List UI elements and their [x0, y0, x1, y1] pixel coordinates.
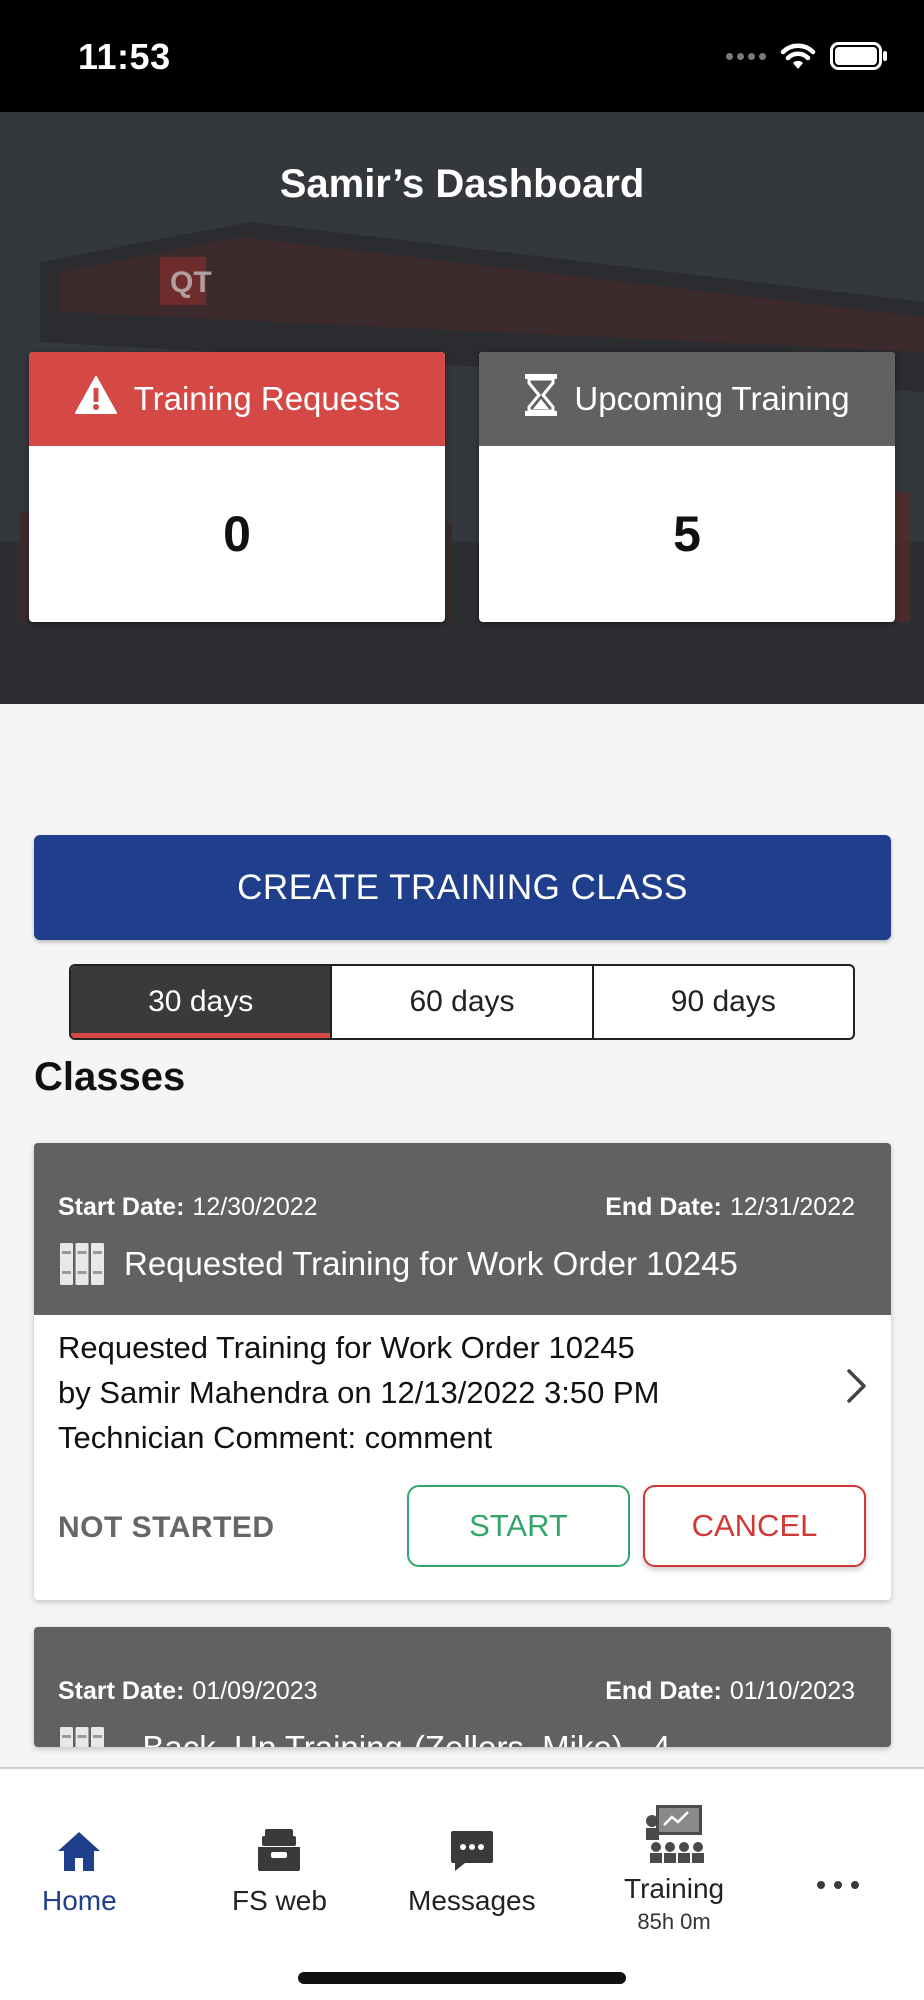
status-time: 11:53 [78, 36, 171, 77]
upcoming-training-card[interactable]: Upcoming Training 5 [479, 352, 895, 622]
class-description-line: Technician Comment: comment [58, 1420, 493, 1455]
start-date-value: 12/30/2022 [192, 1193, 318, 1221]
end-date: End Date: 12/31/2022 [605, 1193, 855, 1222]
training-requests-count: 0 [223, 506, 251, 562]
create-training-class-button[interactable]: CREATE TRAINING CLASS [34, 835, 891, 940]
warning-icon [74, 375, 118, 423]
status-bar: 11:53 [0, 0, 924, 112]
filter-90-days[interactable]: 90 days [591, 966, 853, 1038]
tab-fs-web[interactable]: FS web [232, 1821, 327, 1917]
status-icons [726, 42, 888, 70]
class-description: Requested Training for Work Order 10245 … [58, 1325, 659, 1460]
training-requests-header: Training Requests [29, 352, 445, 446]
training-requests-card[interactable]: Training Requests 0 [29, 352, 445, 622]
tab-messages[interactable]: Messages [408, 1821, 536, 1917]
chat-bubble-icon [449, 1821, 495, 1873]
svg-text:QT: QT [170, 266, 212, 299]
upcoming-training-count: 5 [673, 506, 701, 562]
end-date-value: 12/31/2022 [729, 1193, 855, 1221]
class-description-line: Requested Training for Work Order 10245 [58, 1330, 635, 1365]
class-dates: Start Date: 01/09/2023 End Date: 01/10/202… [58, 1677, 855, 1706]
tab-home[interactable]: Home [42, 1821, 117, 1917]
tab-training-hours: 85h 0m [637, 1909, 711, 1934]
classes-heading: Classes [34, 1055, 186, 1099]
start-date: Start Date: 01/09/2023 [58, 1677, 318, 1706]
class-status: NOT STARTED [58, 1511, 275, 1544]
start-date-value: 01/09/2023 [192, 1677, 318, 1705]
class-title: _Back_Up Training-(Zellers, Mike) - 4 [124, 1729, 671, 1747]
class-title-row: Requested Training for Work Order 10245 [58, 1241, 867, 1287]
upcoming-training-label: Upcoming Training [574, 380, 850, 417]
hourglass-icon [524, 373, 558, 425]
end-date: End Date: 01/10/2023 [605, 1677, 855, 1706]
filter-30-days[interactable]: 30 days [71, 966, 331, 1038]
dashboard-title: Samir’s Dashboard [279, 162, 645, 206]
start-button[interactable]: START [407, 1485, 630, 1567]
tab-messages-label: Messages [408, 1885, 536, 1916]
start-date: Start Date: 12/30/2022 [58, 1193, 318, 1222]
start-date-label: Start Date: [58, 1193, 185, 1221]
class-dates: Start Date: 12/30/2022 End Date: 12/31/202… [58, 1193, 855, 1222]
inbox-tray-icon [255, 1821, 303, 1873]
home-icon [55, 1821, 103, 1873]
dashboard-hero: QT Samir’s Dashboard Training Requests 0 [0, 112, 924, 704]
more-dots-icon[interactable] [816, 1877, 860, 1895]
signal-icon [726, 52, 766, 60]
class-card-header: Start Date: 12/30/2022 End Date: 12/31/202… [34, 1143, 891, 1315]
cancel-button[interactable]: CANCEL [643, 1485, 866, 1567]
battery-icon [830, 42, 888, 70]
end-date-label: End Date: [605, 1193, 722, 1221]
training-requests-label: Training Requests [133, 380, 401, 417]
class-card-header: Start Date: 01/09/2023 End Date: 01/10/202… [34, 1627, 891, 1747]
books-icon [58, 1241, 106, 1287]
tab-fs-web-label: FS web [232, 1885, 327, 1916]
class-card-body: Requested Training for Work Order 10245 … [34, 1315, 891, 1600]
class-card[interactable]: Start Date: 12/30/2022 End Date: 12/31/202… [34, 1143, 891, 1600]
end-date-label: End Date: [605, 1677, 722, 1705]
tab-training-label: Training [624, 1873, 725, 1904]
books-icon [58, 1725, 106, 1747]
end-date-value: 01/10/2023 [729, 1677, 855, 1705]
filter-60-days[interactable]: 60 days [330, 966, 591, 1038]
class-title: Requested Training for Work Order 10245 [124, 1245, 738, 1282]
bottom-tab-bar: Home FS web Messages Training 85h 0m [0, 1767, 924, 2000]
upcoming-training-header: Upcoming Training [479, 352, 895, 446]
start-date-label: Start Date: [58, 1677, 185, 1705]
class-title-row: _Back_Up Training-(Zellers, Mike) - 4 [58, 1725, 867, 1747]
class-description-line: by Samir Mahendra on 12/13/2022 3:50 PM [58, 1375, 660, 1410]
tab-home-label: Home [42, 1885, 117, 1916]
home-indicator[interactable] [298, 1972, 626, 1984]
chevron-right-icon[interactable] [845, 1367, 869, 1410]
class-card[interactable]: Start Date: 01/09/2023 End Date: 01/10/202… [34, 1627, 891, 1747]
classroom-icon [642, 1805, 706, 1865]
wifi-icon [780, 42, 816, 70]
tab-training[interactable]: Training 85h 0m [624, 1805, 725, 1935]
days-filter: 30 days 60 days 90 days [69, 964, 855, 1040]
